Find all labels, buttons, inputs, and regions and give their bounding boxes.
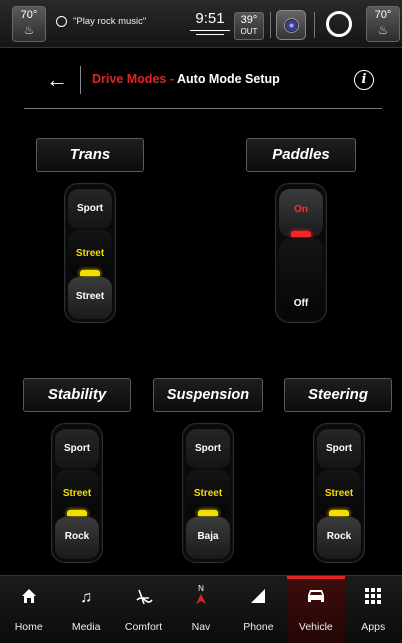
clock: 9:51: [190, 10, 230, 35]
nav-media[interactable]: ♫ Media: [57, 576, 114, 643]
suspension-option-street-selected[interactable]: Street: [186, 470, 230, 516]
passenger-temp: 70°: [374, 9, 392, 21]
trans-option-street[interactable]: Street: [68, 277, 112, 319]
stability-option-sport[interactable]: Sport: [55, 429, 99, 469]
selection-indicator: [329, 510, 349, 516]
selection-indicator: [80, 270, 100, 276]
steering-option-rock[interactable]: Rock: [317, 517, 361, 559]
suspension-label[interactable]: Suspension: [153, 378, 263, 412]
page-title-separator: -: [166, 72, 177, 86]
stability-option-street-selected[interactable]: Street: [55, 470, 99, 516]
heated-seat-icon: ♨: [377, 23, 389, 37]
outside-temp: 39°: [240, 14, 258, 26]
outside-label: OUT: [240, 27, 258, 36]
grid-icon: [345, 588, 402, 610]
stability-option-rock[interactable]: Rock: [55, 517, 99, 559]
driver-temp: 70°: [20, 9, 38, 21]
steering-option-sport[interactable]: Sport: [317, 429, 361, 469]
album-art-icon: [284, 18, 299, 33]
nav-home[interactable]: Home: [0, 576, 57, 643]
steering-option-street-selected[interactable]: Street: [317, 470, 361, 516]
outside-temp-badge: 39° OUT: [234, 12, 264, 40]
suspension-option-sport[interactable]: Sport: [186, 429, 230, 469]
now-playing-button[interactable]: [276, 10, 306, 40]
nav-phone[interactable]: Phone: [230, 576, 287, 643]
clock-underline-short: [196, 34, 224, 35]
stability-label[interactable]: Stability: [23, 378, 131, 412]
bottom-nav: Home ♫ Media Comfort N Nav Phone Vehicle: [0, 575, 402, 643]
page-header: ← Drive Modes - Auto Mode Setup i: [0, 58, 402, 106]
nav-apps[interactable]: Apps: [345, 576, 402, 643]
signal-icon: [230, 588, 287, 610]
voice-icon: [56, 16, 67, 27]
clock-time: 9:51: [195, 10, 225, 27]
header-rule: [24, 108, 382, 109]
voice-prompt-text: "Play rock music": [73, 16, 147, 27]
nav-vehicle[interactable]: Vehicle: [287, 576, 345, 643]
page-title-section: Drive Modes: [92, 72, 167, 86]
selection-indicator: [198, 510, 218, 516]
compass-icon: N: [172, 584, 229, 607]
info-icon[interactable]: i: [354, 70, 374, 90]
back-button[interactable]: ←: [46, 68, 68, 92]
paddles-option-off[interactable]: Off: [279, 238, 323, 320]
stability-selector[interactable]: Sport Street Rock: [51, 423, 103, 563]
suspension-selector[interactable]: Sport Street Baja: [182, 423, 234, 563]
selection-indicator: [291, 231, 311, 237]
home-icon: [0, 588, 57, 610]
assistant-icon[interactable]: [326, 11, 352, 37]
status-bar: 70° ♨ "Play rock music" 9:51 39° OUT 70°…: [0, 0, 402, 48]
steering-selector[interactable]: Sport Street Rock: [313, 423, 365, 563]
suspension-option-baja[interactable]: Baja: [186, 517, 230, 559]
seat-icon: [115, 588, 172, 612]
steering-label[interactable]: Steering: [284, 378, 392, 412]
page-title-page: Auto Mode Setup: [177, 72, 280, 86]
nav-comfort[interactable]: Comfort: [115, 576, 172, 643]
status-divider: [314, 12, 315, 38]
trans-option-sport[interactable]: Sport: [68, 189, 112, 229]
passenger-climate-button[interactable]: 70° ♨: [366, 6, 400, 42]
trans-selector[interactable]: Sport Street Street: [64, 183, 116, 323]
trans-option-street-selected[interactable]: Street: [68, 230, 112, 276]
heated-seat-icon: ♨: [23, 23, 35, 37]
selection-indicator: [67, 510, 87, 516]
paddles-label[interactable]: Paddles: [246, 138, 356, 172]
driver-climate-button[interactable]: 70° ♨: [12, 6, 46, 42]
clock-underline: [190, 30, 230, 31]
paddles-selector[interactable]: On Off: [275, 183, 327, 323]
paddles-option-on-selected[interactable]: On: [279, 189, 323, 237]
voice-prompt[interactable]: "Play rock music": [56, 16, 146, 27]
music-note-icon: ♫: [80, 589, 93, 606]
status-divider: [270, 12, 271, 38]
page-title: Drive Modes - Auto Mode Setup: [92, 72, 280, 86]
car-icon: [287, 588, 344, 610]
header-divider: [80, 66, 81, 94]
trans-label[interactable]: Trans: [36, 138, 144, 172]
nav-nav[interactable]: N Nav: [172, 576, 229, 643]
